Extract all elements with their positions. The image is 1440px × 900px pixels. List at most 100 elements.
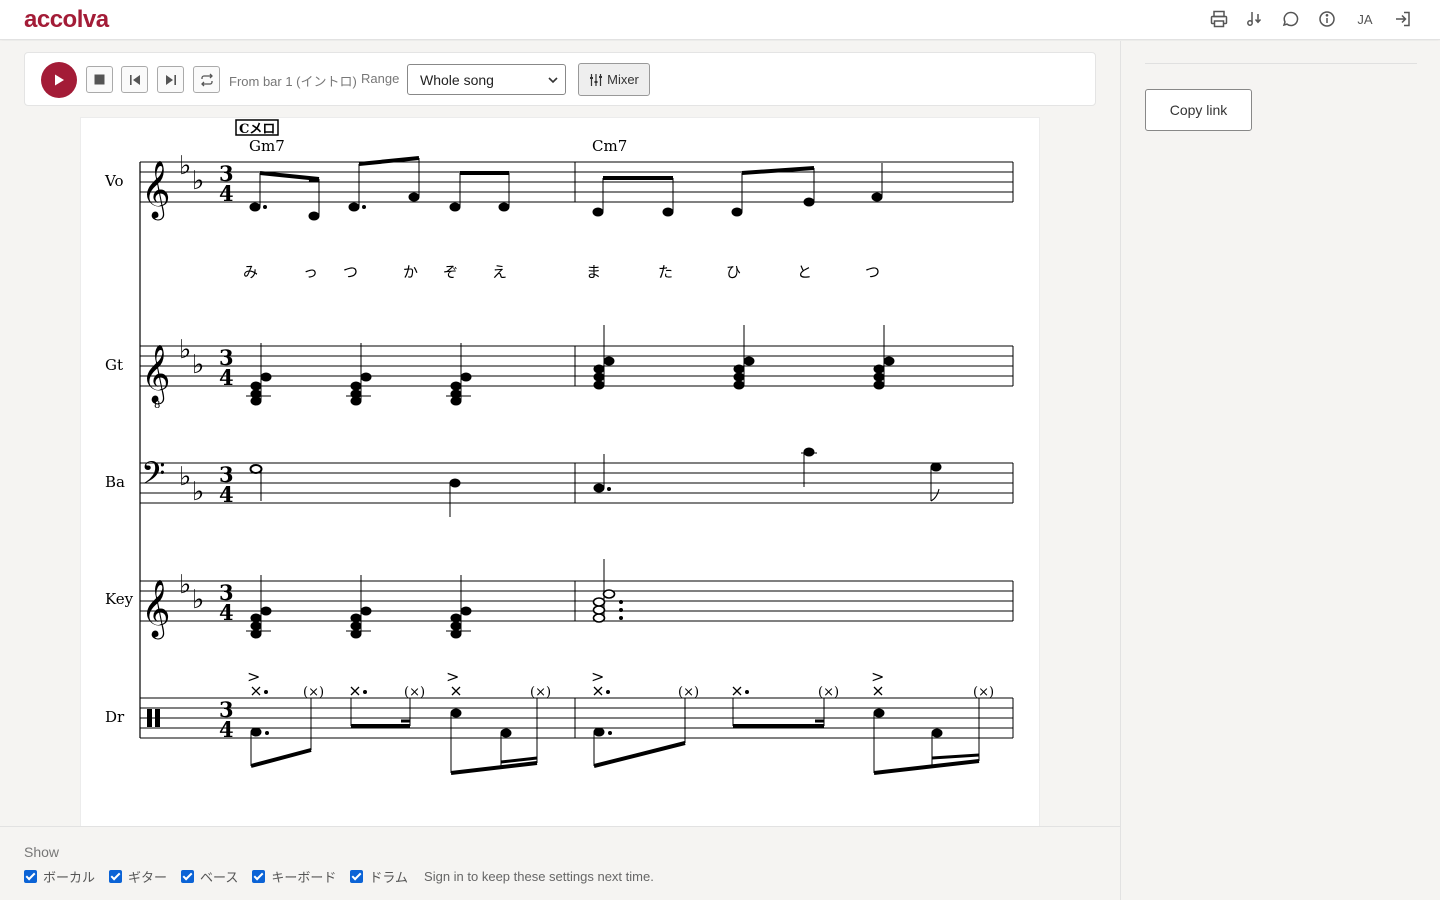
skip-back-icon (129, 74, 140, 85)
svg-text:♭: ♭ (179, 151, 191, 181)
score-sheet: Cメロ Gm7 Cm7 Vo Gt Ba Key Dr 𝄞 𝄞 8 𝄢 𝄞 ♭ … (80, 117, 1040, 827)
treble-clef: 𝄞 (141, 344, 171, 405)
svg-text:(×): (×) (530, 685, 551, 700)
rehearsal-mark: Cメロ (239, 122, 275, 137)
score-notation: Cメロ Gm7 Cm7 Vo Gt Ba Key Dr 𝄞 𝄞 8 𝄢 𝄞 ♭ … (104, 119, 1014, 775)
range-value: Whole song (420, 71, 494, 88)
svg-text:4: 4 (219, 365, 234, 390)
lyrics: み っ つ か ぞ え ま た ひ と つ (243, 263, 880, 281)
checkbox-keyboard[interactable]: キーボード (252, 867, 336, 886)
comment-icon[interactable] (1280, 8, 1302, 30)
svg-text:ま: ま (586, 263, 601, 281)
svg-text:4: 4 (219, 482, 234, 507)
svg-text:っ: っ (303, 263, 318, 281)
logo[interactable]: accolva (24, 6, 109, 34)
bass-clef: 𝄢 (141, 455, 165, 499)
part-label: Key (105, 590, 134, 608)
checkbox-checked[interactable] (24, 870, 37, 883)
svg-text:と: と (797, 263, 812, 281)
svg-text:4: 4 (219, 181, 234, 206)
svg-text:つ: つ (865, 263, 880, 281)
svg-text:(×): (×) (303, 685, 324, 700)
divider (1145, 63, 1417, 64)
from-bar-text: From bar 1 (イントロ) (229, 74, 357, 89)
svg-text:つ: つ (343, 263, 358, 281)
svg-text:4: 4 (219, 600, 234, 625)
svg-text:(×): (×) (818, 685, 839, 700)
svg-text:♭: ♭ (192, 585, 204, 615)
copy-link-button[interactable]: Copy link (1145, 89, 1252, 131)
part-label: Dr (105, 708, 125, 726)
stop-icon (94, 74, 105, 85)
checkbox-guitar[interactable]: ギター (109, 867, 167, 886)
chord-symbol: Gm7 (249, 137, 285, 155)
svg-text:ぞ: ぞ (443, 263, 458, 281)
svg-text:(×): (×) (678, 685, 699, 700)
mixer-label: Mixer (607, 72, 639, 87)
vocal-notes (249, 156, 883, 221)
guitar-notes (246, 325, 895, 406)
range-label: Range (361, 71, 400, 86)
top-bar: accolva JA (0, 0, 1440, 40)
svg-text:8: 8 (154, 400, 160, 411)
checkbox-checked[interactable] (350, 870, 364, 883)
sliders-icon (590, 73, 603, 86)
language-switch[interactable]: JA (1352, 8, 1378, 30)
chevron-down-icon (548, 77, 558, 84)
checkbox-drums[interactable]: ドラム (350, 867, 408, 886)
checkbox-vocal[interactable]: ボーカル (24, 867, 95, 886)
part-label: Ba (105, 473, 125, 491)
main-area: From bar 1 (イントロ) Range Whole song Mixer… (0, 41, 1120, 900)
checkbox-bass[interactable]: ベース (181, 867, 238, 886)
svg-text:え: え (492, 263, 507, 281)
svg-text:>: > (871, 667, 884, 686)
skip-back-button[interactable] (121, 66, 148, 93)
svg-text:♭: ♭ (179, 570, 191, 600)
range-select[interactable]: Whole song (407, 64, 566, 95)
svg-text:た: た (658, 263, 673, 281)
svg-text:み: み (243, 263, 258, 281)
time-signature: 34 34 34 34 34 (219, 161, 234, 742)
chord-symbol: Cm7 (592, 137, 627, 155)
skip-forward-button[interactable] (157, 66, 184, 93)
mixer-button[interactable]: Mixer (578, 63, 650, 96)
drum-notes: > > > > (×) (×) (×) (×) (×) (×) (247, 667, 994, 775)
percussion-clef (147, 709, 152, 727)
top-icons: JA (1208, 8, 1414, 30)
show-label: Show (24, 844, 60, 860)
sidebar: Copy link (1120, 41, 1440, 900)
key-signature: ♭ ♭ ♭ ♭ ♭ ♭ ♭ ♭ (179, 151, 204, 615)
svg-text:♭: ♭ (179, 462, 191, 492)
svg-text:ひ: ひ (726, 263, 741, 281)
svg-text:>: > (247, 667, 260, 686)
loop-icon (200, 73, 213, 86)
print-icon[interactable] (1208, 8, 1230, 30)
player-toolbar: From bar 1 (イントロ) Range Whole song Mixer (24, 52, 1096, 106)
play-button[interactable] (41, 62, 77, 98)
svg-text:(×): (×) (404, 685, 425, 700)
keyboard-notes (246, 559, 623, 639)
svg-text:>: > (446, 667, 459, 686)
svg-text:♭: ♭ (179, 335, 191, 365)
checkbox-checked[interactable] (181, 870, 195, 883)
part-label: Gt (105, 356, 123, 374)
svg-text:♭: ♭ (192, 477, 204, 507)
part-toggles: ボーカル ギター ベース キーボード ドラム Sign in to keep t… (24, 867, 654, 886)
bottom-panel: Show ボーカル ギター ベース キーボード ドラム Sign in to k… (0, 826, 1120, 900)
stop-button[interactable] (86, 66, 113, 93)
checkbox-checked[interactable] (252, 870, 266, 883)
checkbox-checked[interactable] (109, 870, 123, 883)
svg-text:>: > (591, 667, 604, 686)
info-icon[interactable] (1316, 8, 1338, 30)
music-note-icon[interactable] (1244, 8, 1266, 30)
play-icon (55, 74, 64, 86)
svg-text:♭: ♭ (192, 350, 204, 380)
sign-in-icon[interactable] (1392, 8, 1414, 30)
part-label: Vo (104, 172, 124, 190)
loop-button[interactable] (193, 66, 220, 93)
svg-text:(×): (×) (973, 685, 994, 700)
svg-text:か: か (403, 263, 418, 281)
sign-in-hint: Sign in to keep these settings next time… (424, 869, 654, 884)
svg-text:♭: ♭ (192, 166, 204, 196)
svg-text:4: 4 (219, 717, 234, 742)
